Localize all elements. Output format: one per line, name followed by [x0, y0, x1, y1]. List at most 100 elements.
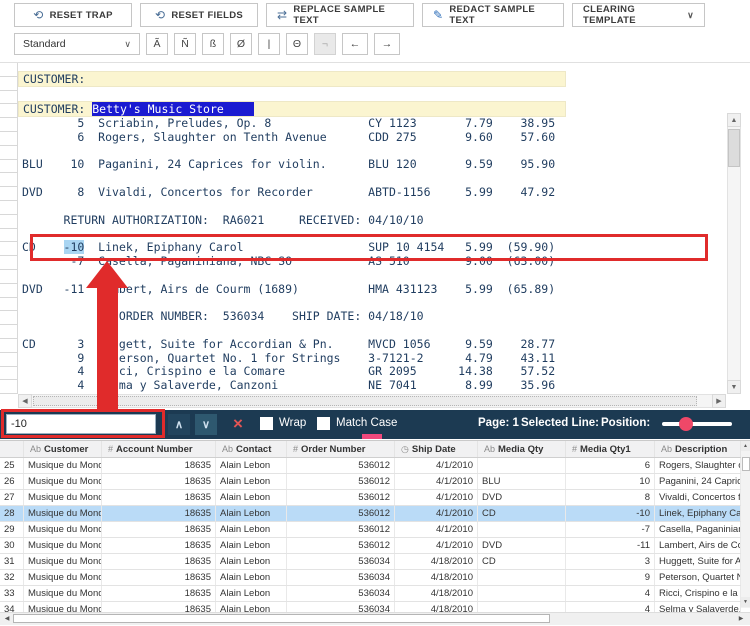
- gutter-line-cell[interactable]: [0, 63, 17, 77]
- table-cell[interactable]: Paganini, 24 Caprices...: [655, 474, 741, 489]
- table-cell[interactable]: 536034: [287, 586, 395, 601]
- gutter-line-cell[interactable]: [0, 201, 17, 215]
- position-slider-handle[interactable]: [679, 417, 693, 431]
- gutter-line-cell[interactable]: [0, 367, 17, 381]
- table-cell[interactable]: Alain Lebon: [216, 570, 287, 585]
- gutter-line-cell[interactable]: [0, 160, 17, 174]
- table-cell[interactable]: 18635: [102, 490, 216, 505]
- report-vscroll-thumb[interactable]: [728, 129, 740, 167]
- report-line[interactable]: 9 Peterson, Quartet No. 1 for Strings 3-…: [22, 352, 722, 366]
- trap-row-customer-1[interactable]: CUSTOMER:: [18, 71, 566, 87]
- pattern-char-button-←[interactable]: ←: [342, 33, 368, 55]
- selected-field-value[interactable]: Betty's Music Store: [92, 102, 254, 116]
- table-cell[interactable]: [478, 586, 566, 601]
- table-cell[interactable]: 18635: [102, 554, 216, 569]
- table-cell[interactable]: 536034: [287, 570, 395, 585]
- gutter-line-cell[interactable]: [0, 311, 17, 325]
- table-cell[interactable]: 536012: [287, 522, 395, 537]
- report-line[interactable]: [22, 172, 722, 186]
- table-cell[interactable]: 3: [566, 554, 655, 569]
- report-line[interactable]: [22, 296, 722, 310]
- table-cell[interactable]: Casella, Paganiniana,...: [655, 522, 741, 537]
- report-line[interactable]: ORDER NUMBER: 536034 SHIP DATE: 04/18/10: [22, 310, 722, 324]
- table-cell[interactable]: [478, 522, 566, 537]
- report-hscroll-thumb[interactable]: [33, 396, 697, 406]
- gutter-line-cell[interactable]: [0, 229, 17, 243]
- table-cell[interactable]: Musique du Monde: [24, 538, 102, 553]
- table-row[interactable]: 31Musique du Monde18635Alain Lebon536034…: [0, 554, 741, 570]
- gutter-line-cell[interactable]: [0, 118, 17, 132]
- table-cell[interactable]: Vivaldi, Concertos for...: [655, 490, 741, 505]
- table-cell[interactable]: 4: [566, 586, 655, 601]
- row-number-cell[interactable]: 30: [0, 538, 24, 553]
- table-cell[interactable]: Musique du Monde: [24, 506, 102, 521]
- report-line[interactable]: 4 Selma y Salaverde, Canzoni NE 7041 8.9…: [22, 379, 722, 393]
- gutter-line-cell[interactable]: [0, 215, 17, 229]
- gutter-line-cell[interactable]: [0, 242, 17, 256]
- gutter-line-cell[interactable]: [0, 146, 17, 160]
- pattern-char-button-Ñ[interactable]: Ñ: [174, 33, 196, 55]
- grid-scroll-right-icon[interactable]: ▶: [736, 614, 746, 623]
- table-cell[interactable]: CD: [478, 506, 566, 521]
- report-line[interactable]: 6 Rogers, Slaughter on Tenth Avenue CDD …: [22, 131, 722, 145]
- scroll-left-icon[interactable]: ◀: [18, 394, 32, 408]
- table-row[interactable]: 30Musique du Monde18635Alain Lebon536012…: [0, 538, 741, 554]
- table-cell[interactable]: Rogers, Slaughter on...: [655, 458, 741, 473]
- report-line[interactable]: BLU 10 Paganini, 24 Caprices for violin.…: [22, 158, 722, 172]
- table-cell[interactable]: 4/1/2010: [395, 538, 478, 553]
- table-cell[interactable]: 8: [566, 490, 655, 505]
- table-cell[interactable]: 18635: [102, 538, 216, 553]
- table-cell[interactable]: Ricci, Crispino e la Co...: [655, 586, 741, 601]
- gutter-line-cell[interactable]: [0, 187, 17, 201]
- scroll-up-icon[interactable]: ▲: [727, 113, 741, 127]
- gutter-line-cell[interactable]: [0, 91, 17, 105]
- table-cell[interactable]: Musique du Monde: [24, 522, 102, 537]
- table-cell[interactable]: -7: [566, 522, 655, 537]
- table-cell[interactable]: Alain Lebon: [216, 490, 287, 505]
- match-case-checkbox[interactable]: [317, 417, 330, 430]
- table-cell[interactable]: 4/18/2010: [395, 570, 478, 585]
- table-cell[interactable]: Alain Lebon: [216, 586, 287, 601]
- column-header-description[interactable]: AbDescription: [655, 441, 741, 457]
- gutter-line-cell[interactable]: [0, 256, 17, 270]
- table-cell[interactable]: Musique du Monde: [24, 490, 102, 505]
- table-cell[interactable]: DVD: [478, 538, 566, 553]
- table-cell[interactable]: 4/1/2010: [395, 506, 478, 521]
- find-next-button[interactable]: ∨: [195, 414, 217, 435]
- column-header-ship-date[interactable]: ◷Ship Date: [395, 441, 478, 457]
- row-number-cell[interactable]: 28: [0, 506, 24, 521]
- table-cell[interactable]: Alain Lebon: [216, 522, 287, 537]
- table-cell[interactable]: Alain Lebon: [216, 458, 287, 473]
- grid-hscroll-thumb[interactable]: [13, 614, 550, 623]
- gutter-line-cell[interactable]: [0, 173, 17, 187]
- report-line[interactable]: 4 Ricci, Crispino e la Comare GR 2095 14…: [22, 365, 722, 379]
- table-row[interactable]: 33Musique du Monde18635Alain Lebon536034…: [0, 586, 741, 602]
- table-cell[interactable]: CD: [478, 554, 566, 569]
- table-cell[interactable]: 18635: [102, 458, 216, 473]
- table-row[interactable]: 28Musique du Monde18635Alain Lebon536012…: [0, 506, 741, 522]
- table-row[interactable]: 26Musique du Monde18635Alain Lebon536012…: [0, 474, 741, 490]
- table-cell[interactable]: Musique du Monde: [24, 586, 102, 601]
- table-cell[interactable]: Lambert, Airs de Cou...: [655, 538, 741, 553]
- gutter-line-cell[interactable]: [0, 104, 17, 118]
- table-row[interactable]: 32Musique du Monde18635Alain Lebon536034…: [0, 570, 741, 586]
- table-cell[interactable]: Alain Lebon: [216, 554, 287, 569]
- table-cell[interactable]: [478, 458, 566, 473]
- row-number-cell[interactable]: 26: [0, 474, 24, 489]
- table-cell[interactable]: Linek, Epiphany Carol: [655, 506, 741, 521]
- row-number-cell[interactable]: 33: [0, 586, 24, 601]
- pattern-char-button-Ã[interactable]: Ã: [146, 33, 168, 55]
- grid-scroll-up-icon[interactable]: ▲: [741, 441, 750, 451]
- table-cell[interactable]: 536012: [287, 458, 395, 473]
- table-cell[interactable]: Musique du Monde: [24, 474, 102, 489]
- line-selector-gutter[interactable]: [0, 63, 18, 394]
- table-cell[interactable]: 536012: [287, 506, 395, 521]
- pattern-char-button-→[interactable]: →: [374, 33, 400, 55]
- table-cell[interactable]: Alain Lebon: [216, 538, 287, 553]
- table-cell[interactable]: 4/1/2010: [395, 458, 478, 473]
- reset-trap-button[interactable]: ⟲RESET TRAP: [14, 3, 132, 27]
- report-line[interactable]: 5 Scriabin, Preludes, Op. 8 CY 1123 7.79…: [22, 117, 722, 131]
- find-previous-button[interactable]: ∧: [168, 414, 190, 435]
- table-cell[interactable]: Musique du Monde: [24, 458, 102, 473]
- column-header-media-qty1[interactable]: #Media Qty1: [566, 441, 655, 457]
